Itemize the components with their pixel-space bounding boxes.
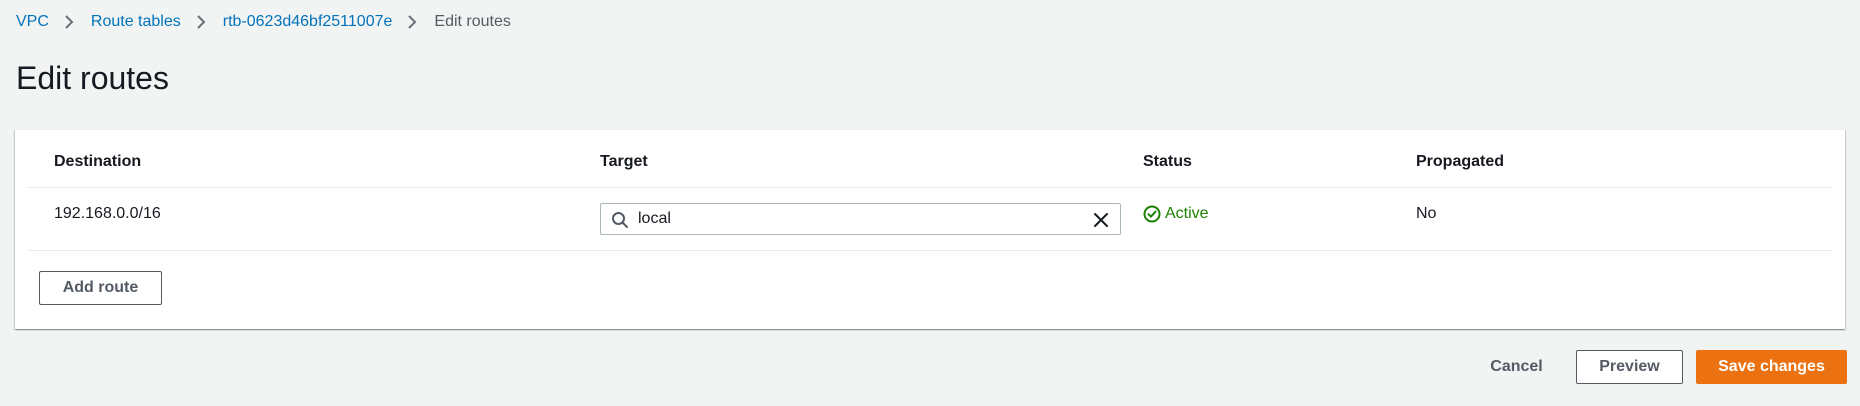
column-header-status: Status [1143, 153, 1192, 170]
close-icon[interactable] [1092, 211, 1110, 229]
column-header-target: Target [600, 153, 648, 170]
cancel-button[interactable]: Cancel [1468, 350, 1565, 384]
search-icon [612, 212, 628, 228]
propagated-cell: No [1416, 205, 1437, 222]
breadcrumb-route-table-id-link[interactable]: rtb-0623d46bf2511007e [223, 13, 393, 31]
check-circle-icon [1143, 205, 1161, 223]
chevron-right-icon [406, 14, 418, 30]
breadcrumb: VPC Route tables rtb-0623d46bf2511007e E… [16, 10, 511, 34]
page-title: Edit routes [16, 60, 169, 96]
destination-cell: 192.168.0.0/16 [54, 205, 161, 222]
status-text: Active [1165, 205, 1209, 222]
table-row: 192.168.0.0/16 Active No [27, 188, 1833, 251]
chevron-right-icon [195, 14, 207, 30]
chevron-right-icon [63, 14, 75, 30]
target-input[interactable] [638, 204, 1068, 234]
target-field[interactable] [600, 203, 1121, 235]
column-header-destination: Destination [54, 153, 142, 170]
table-header: Destination Target Status Propagated [27, 130, 1833, 188]
column-header-propagated: Propagated [1416, 153, 1505, 170]
add-route-button[interactable]: Add route [39, 271, 162, 305]
preview-button[interactable]: Preview [1576, 350, 1683, 384]
breadcrumb-current: Edit routes [434, 13, 511, 30]
breadcrumb-vpc-link[interactable]: VPC [16, 13, 49, 31]
breadcrumb-route-tables-link[interactable]: Route tables [91, 13, 181, 31]
routes-card: Destination Target Status Propagated 192… [15, 129, 1845, 329]
save-changes-button[interactable]: Save changes [1696, 350, 1847, 384]
status-badge: Active [1143, 205, 1209, 223]
